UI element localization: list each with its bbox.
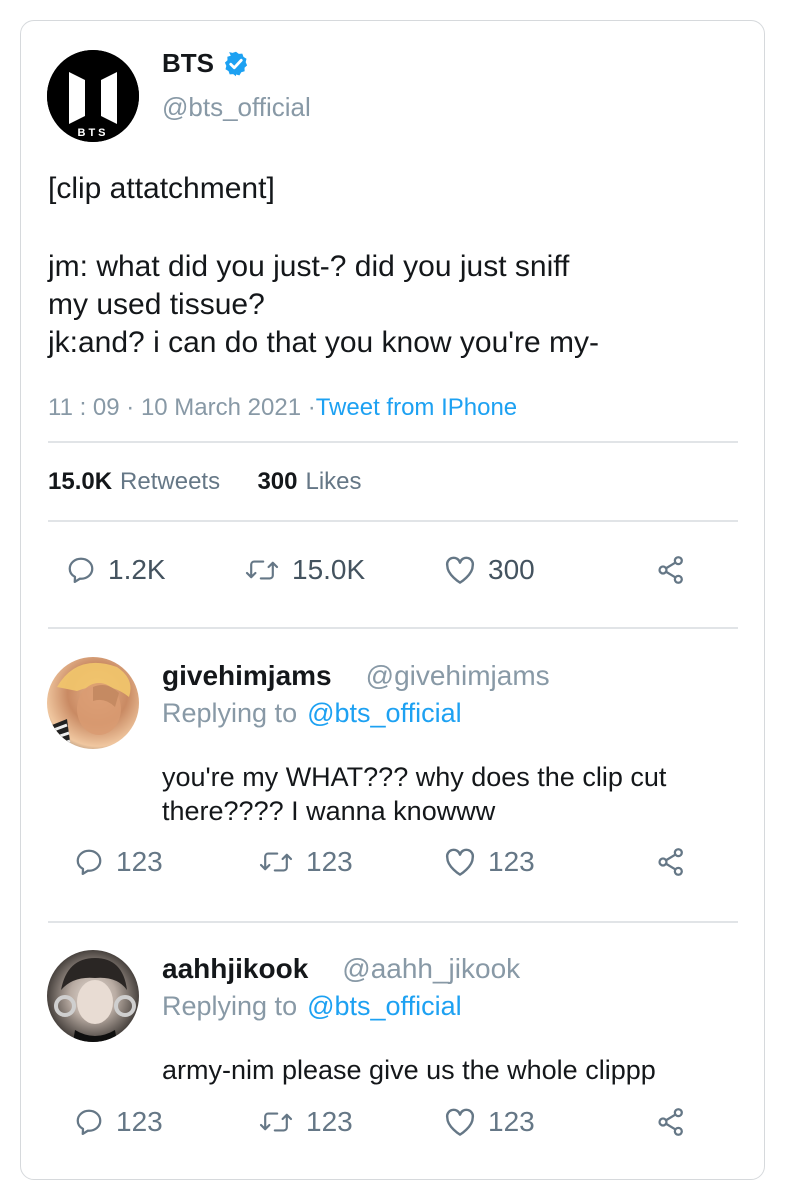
- reply-author-handle[interactable]: @aahh_jikook: [342, 953, 520, 984]
- retweet-icon: [259, 852, 293, 872]
- divider: [48, 921, 738, 923]
- reply-button[interactable]: 123: [74, 1106, 163, 1138]
- replying-to-label: Replying to: [162, 698, 298, 728]
- retweets-stat[interactable]: 15.0K Retweets: [48, 468, 220, 495]
- reply-button[interactable]: 123: [74, 846, 163, 878]
- tweet-actions: 1.2K 15.0K 300: [0, 548, 785, 594]
- share-button[interactable]: [655, 554, 687, 586]
- like-button[interactable]: 300: [444, 554, 535, 586]
- avatar-photo-icon: [47, 662, 131, 749]
- retweet-icon: [245, 560, 279, 580]
- reply-icon: [68, 557, 94, 583]
- avatar-photo-icon: [54, 958, 136, 1042]
- likes-label: Likes: [305, 468, 362, 495]
- replying-to-link[interactable]: @bts_official: [307, 698, 462, 728]
- verified-badge-icon: [224, 51, 248, 76]
- bts-logo-icon: BTS: [47, 50, 139, 142]
- reply-author-handle[interactable]: @givehimjams: [366, 660, 550, 691]
- retweets-label: Retweets: [120, 468, 221, 495]
- divider: [48, 627, 738, 629]
- tweet-meta: 11 : 09 · 10 March 2021 ·Tweet from IPho…: [48, 394, 517, 422]
- reply-actions: 123 123 123: [0, 844, 785, 890]
- reply-author-row: aahhjikook @aahh_jikook: [162, 953, 520, 985]
- like-icon: [445, 848, 475, 876]
- divider: [48, 441, 738, 443]
- like-button[interactable]: 123: [444, 846, 535, 878]
- reply-author-row: givehimjams @givehimjams: [162, 660, 550, 692]
- reply-icon: [76, 849, 102, 875]
- retweet-count: 123: [306, 1106, 353, 1137]
- share-button[interactable]: [655, 846, 687, 878]
- share-button[interactable]: [655, 1106, 687, 1138]
- reply-avatar[interactable]: [47, 657, 139, 749]
- replying-to-link[interactable]: @bts_official: [307, 991, 462, 1021]
- reply-text: you're my WHAT??? why does the clip cut …: [162, 762, 667, 826]
- share-icon: [658, 848, 683, 876]
- retweet-button[interactable]: 123: [258, 1106, 353, 1138]
- replying-to: Replying to @bts_official: [162, 698, 462, 729]
- reply-actions: 123 123 123: [0, 1104, 785, 1150]
- likes-stat[interactable]: 300 Likes: [257, 468, 361, 495]
- reply-count: 1.2K: [108, 554, 166, 585]
- author-name[interactable]: BTS: [162, 48, 214, 79]
- tweet-text-line: my used tissue?: [48, 288, 265, 321]
- retweet-count: 123: [306, 846, 353, 877]
- retweet-button[interactable]: 15.0K: [244, 554, 365, 586]
- tweet-source[interactable]: Tweet from IPhone: [316, 394, 517, 421]
- tweet-text-line: jm: what did you just-? did you just sni…: [48, 250, 570, 283]
- reply-text: army-nim please give us the whole clippp: [162, 1055, 656, 1085]
- retweet-button[interactable]: 123: [258, 846, 353, 878]
- retweet-count: 15.0K: [292, 554, 366, 585]
- avatar-text: BTS: [78, 127, 109, 139]
- tweet-text-line: jk:and? i can do that you know you're my…: [48, 326, 600, 359]
- like-count: 300: [488, 554, 535, 585]
- divider: [48, 520, 738, 522]
- author-handle[interactable]: @bts_official: [162, 92, 311, 123]
- share-icon: [658, 556, 683, 584]
- replying-to-label: Replying to: [162, 991, 298, 1021]
- like-icon: [445, 1108, 475, 1136]
- tweet-text: [clip attatchment] jm: what did you just…: [48, 170, 748, 362]
- like-count: 123: [488, 1106, 535, 1137]
- tweet-timestamp[interactable]: 11 : 09 · 10 March 2021 ·: [48, 394, 316, 421]
- reply-avatar[interactable]: [47, 950, 139, 1042]
- retweets-count: 15.0K: [48, 468, 113, 495]
- like-count: 123: [488, 846, 535, 877]
- reply-icon: [76, 1109, 102, 1135]
- tweet-stats: 15.0K Retweets 300 Likes: [48, 468, 362, 496]
- reply-author-name[interactable]: aahhjikook: [162, 953, 308, 984]
- reply-count: 123: [116, 846, 163, 877]
- retweet-icon: [259, 1112, 293, 1132]
- reply-author-name[interactable]: givehimjams: [162, 660, 332, 691]
- tweet-text-line: [clip attatchment]: [48, 172, 275, 205]
- like-button[interactable]: 123: [444, 1106, 535, 1138]
- bts-avatar[interactable]: BTS: [47, 50, 139, 142]
- author-name-row: BTS: [162, 48, 250, 79]
- like-icon: [445, 556, 475, 584]
- reply-button[interactable]: 1.2K: [66, 554, 166, 586]
- reply-count: 123: [116, 1106, 163, 1137]
- likes-count: 300: [257, 468, 298, 495]
- replying-to: Replying to @bts_official: [162, 991, 462, 1022]
- share-icon: [658, 1108, 683, 1136]
